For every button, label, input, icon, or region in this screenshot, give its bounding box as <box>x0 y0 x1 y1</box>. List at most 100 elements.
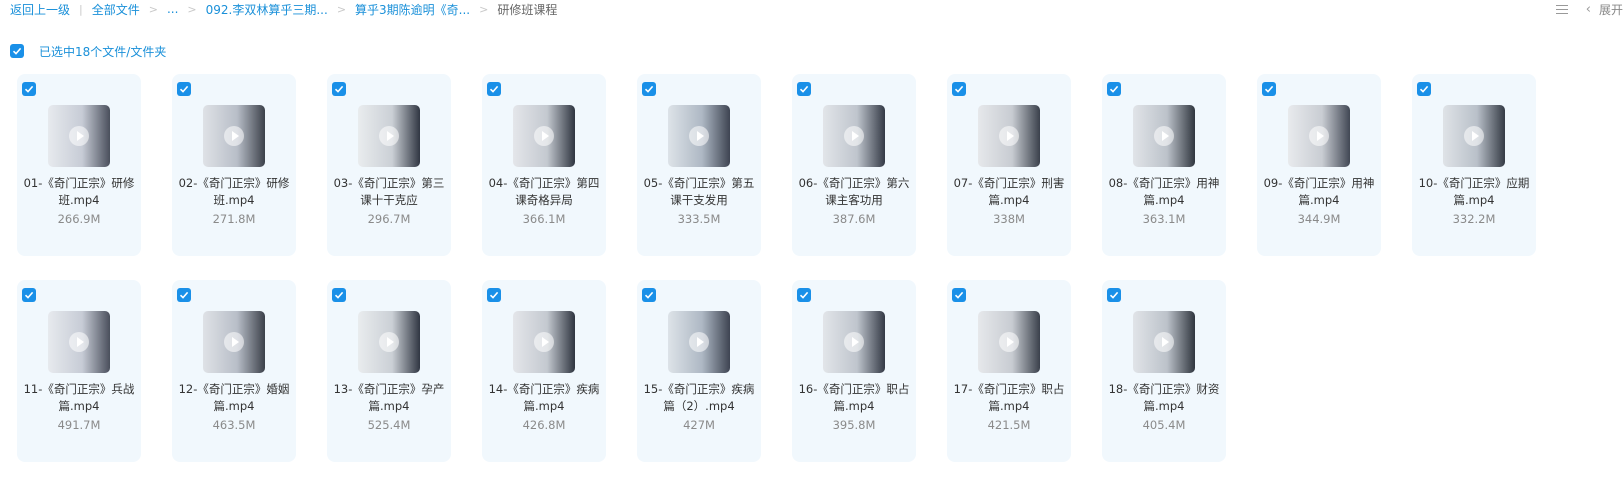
list-view-icon[interactable] <box>1555 4 1568 15</box>
video-thumbnail[interactable] <box>823 311 885 373</box>
video-thumbnail[interactable] <box>358 105 420 167</box>
file-card[interactable]: 17-《奇门正宗》职占篇.mp4 421.5M <box>947 280 1071 462</box>
file-size: 491.7M <box>57 418 101 432</box>
breadcrumb: 返回上一级 | 全部文件 > ... > 092.李双林算乎三期... > 算乎… <box>10 0 557 18</box>
back-link[interactable]: 返回上一级 <box>10 1 70 18</box>
check-icon <box>179 291 189 299</box>
file-card[interactable]: 05-《奇门正宗》第五课干支发用 333.5M <box>637 74 761 256</box>
file-name: 14-《奇门正宗》疾病篇.mp4 <box>488 382 600 413</box>
expand-button[interactable]: 展开 <box>1599 1 1623 18</box>
breadcrumb-divider: | <box>79 2 83 16</box>
file-checkbox[interactable] <box>797 82 811 96</box>
file-checkbox[interactable] <box>642 82 656 96</box>
video-thumbnail[interactable] <box>978 311 1040 373</box>
file-card[interactable]: 15-《奇门正宗》疾病篇（2）.mp4 427M <box>637 280 761 462</box>
file-size: 387.6M <box>832 212 876 226</box>
video-thumbnail[interactable] <box>1133 311 1195 373</box>
check-icon <box>644 85 654 93</box>
video-thumbnail[interactable] <box>513 311 575 373</box>
check-icon <box>489 85 499 93</box>
file-checkbox[interactable] <box>487 82 501 96</box>
file-name: 03-《奇门正宗》第三课十干克应 <box>333 176 445 207</box>
file-card[interactable]: 11-《奇门正宗》兵战篇.mp4 491.7M <box>17 280 141 462</box>
file-checkbox[interactable] <box>22 82 36 96</box>
file-size: 363.1M <box>1142 212 1186 226</box>
file-checkbox[interactable] <box>1262 82 1276 96</box>
file-checkbox[interactable] <box>1417 82 1431 96</box>
video-thumbnail[interactable] <box>203 311 265 373</box>
file-card[interactable]: 02-《奇门正宗》研修班.mp4 271.8M <box>172 74 296 256</box>
check-icon <box>179 85 189 93</box>
file-size: 463.5M <box>212 418 256 432</box>
file-card[interactable]: 01-《奇门正宗》研修班.mp4 266.9M <box>17 74 141 256</box>
video-thumbnail[interactable] <box>48 105 110 167</box>
file-card[interactable]: 12-《奇门正宗》婚姻篇.mp4 463.5M <box>172 280 296 462</box>
video-thumbnail[interactable] <box>48 311 110 373</box>
file-size: 271.8M <box>212 212 256 226</box>
play-icon <box>999 126 1019 146</box>
check-icon <box>1419 85 1429 93</box>
file-checkbox[interactable] <box>642 288 656 302</box>
video-thumbnail[interactable] <box>203 105 265 167</box>
file-card[interactable]: 03-《奇门正宗》第三课十干克应 296.7M <box>327 74 451 256</box>
file-checkbox[interactable] <box>952 82 966 96</box>
video-thumbnail[interactable] <box>668 105 730 167</box>
breadcrumb-ellipsis[interactable]: ... <box>167 2 178 16</box>
chevron-left-icon[interactable]: ‹ <box>1586 2 1591 17</box>
file-size: 525.4M <box>367 418 411 432</box>
video-thumbnail[interactable] <box>668 311 730 373</box>
file-size: 427M <box>683 418 715 432</box>
check-icon <box>644 291 654 299</box>
file-card[interactable]: 14-《奇门正宗》疾病篇.mp4 426.8M <box>482 280 606 462</box>
select-all-checkbox[interactable] <box>10 44 24 58</box>
play-icon <box>1464 126 1484 146</box>
file-card[interactable]: 16-《奇门正宗》职占篇.mp4 395.8M <box>792 280 916 462</box>
video-thumbnail[interactable] <box>978 105 1040 167</box>
file-checkbox[interactable] <box>177 82 191 96</box>
file-card[interactable]: 04-《奇门正宗》第四课奇格异局 366.1M <box>482 74 606 256</box>
breadcrumb-root[interactable]: 全部文件 <box>92 1 140 18</box>
video-thumbnail[interactable] <box>823 105 885 167</box>
file-checkbox[interactable] <box>1107 82 1121 96</box>
file-name: 17-《奇门正宗》职占篇.mp4 <box>953 382 1065 413</box>
breadcrumb-level1[interactable]: 092.李双林算乎三期... <box>206 1 328 18</box>
check-icon <box>1109 291 1119 299</box>
video-thumbnail[interactable] <box>1133 105 1195 167</box>
play-icon <box>1154 332 1174 352</box>
check-icon <box>799 85 809 93</box>
file-card[interactable]: 13-《奇门正宗》孕产篇.mp4 525.4M <box>327 280 451 462</box>
file-checkbox[interactable] <box>487 288 501 302</box>
play-icon <box>224 332 244 352</box>
file-card[interactable]: 09-《奇门正宗》用神篇.mp4 344.9M <box>1257 74 1381 256</box>
file-checkbox[interactable] <box>22 288 36 302</box>
play-icon <box>844 126 864 146</box>
check-icon <box>334 85 344 93</box>
breadcrumb-separator-icon: > <box>148 2 158 16</box>
breadcrumb-separator-icon: > <box>479 2 489 16</box>
file-size: 332.2M <box>1452 212 1496 226</box>
file-card[interactable]: 18-《奇门正宗》财资篇.mp4 405.4M <box>1102 280 1226 462</box>
play-icon <box>379 332 399 352</box>
file-card[interactable]: 10-《奇门正宗》应期篇.mp4 332.2M <box>1412 74 1536 256</box>
file-checkbox[interactable] <box>177 288 191 302</box>
file-checkbox[interactable] <box>1107 288 1121 302</box>
breadcrumb-level2[interactable]: 算乎3期陈逾明《奇... <box>355 1 470 18</box>
file-checkbox[interactable] <box>332 82 346 96</box>
play-icon <box>689 332 709 352</box>
file-card[interactable]: 07-《奇门正宗》刑害篇.mp4 338M <box>947 74 1071 256</box>
breadcrumb-separator-icon: > <box>187 2 197 16</box>
video-thumbnail[interactable] <box>1443 105 1505 167</box>
file-name: 08-《奇门正宗》用神篇.mp4 <box>1108 176 1220 207</box>
play-icon <box>534 126 554 146</box>
file-checkbox[interactable] <box>797 288 811 302</box>
file-name: 13-《奇门正宗》孕产篇.mp4 <box>333 382 445 413</box>
file-checkbox[interactable] <box>952 288 966 302</box>
video-thumbnail[interactable] <box>513 105 575 167</box>
file-card[interactable]: 08-《奇门正宗》用神篇.mp4 363.1M <box>1102 74 1226 256</box>
check-icon <box>1109 85 1119 93</box>
video-thumbnail[interactable] <box>1288 105 1350 167</box>
video-thumbnail[interactable] <box>358 311 420 373</box>
file-name: 12-《奇门正宗》婚姻篇.mp4 <box>178 382 290 413</box>
file-checkbox[interactable] <box>332 288 346 302</box>
file-card[interactable]: 06-《奇门正宗》第六课主客功用 387.6M <box>792 74 916 256</box>
